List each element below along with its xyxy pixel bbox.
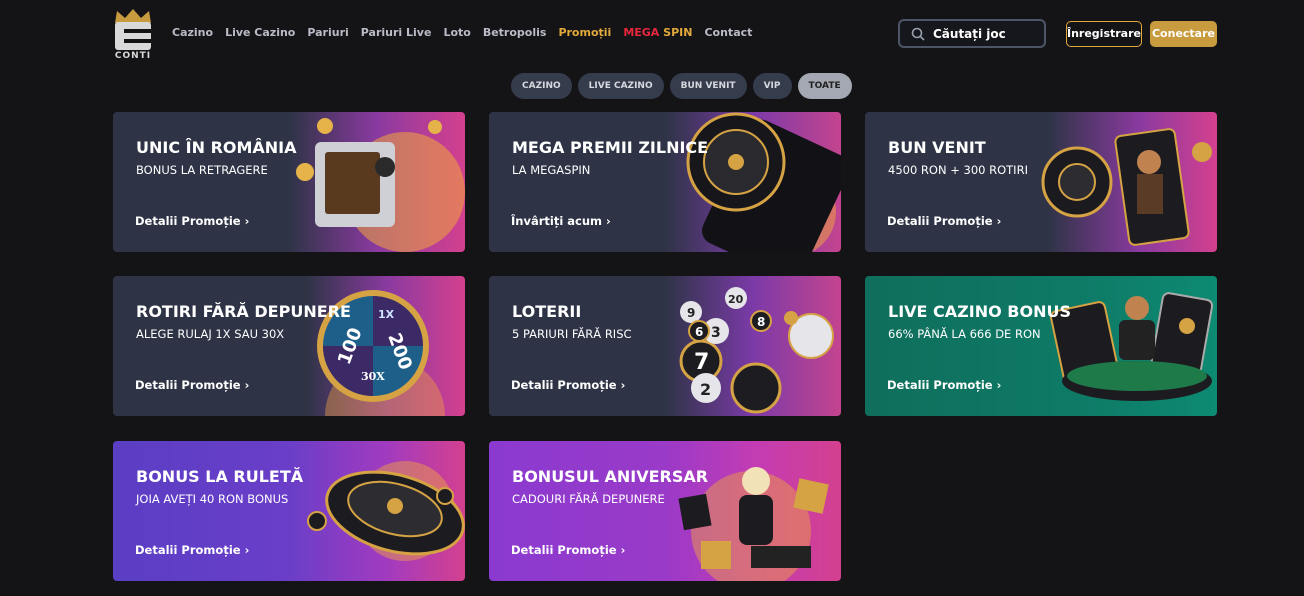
ball-label-3: 3: [711, 325, 721, 341]
chevron-right-icon: ›: [620, 543, 626, 557]
spin-wheel-icon: [686, 112, 841, 252]
card-cta-label: Detalii Promoție: [887, 214, 993, 228]
chevron-right-icon: ›: [244, 378, 250, 392]
card-subtitle: ALEGE RULAJ 1X SAU 30X: [136, 327, 285, 341]
login-button[interactable]: Conectare: [1150, 21, 1217, 47]
card-title: BUN VENIT: [888, 138, 986, 157]
megaspin-mega-text: MEGA: [623, 26, 660, 39]
ball-label-8: 8: [757, 315, 765, 329]
wheel-label-30x: 30X: [361, 370, 385, 383]
card-cta-link[interactable]: Detalii Promoție ›: [887, 214, 1001, 228]
chevron-right-icon: ›: [606, 214, 611, 228]
nav-pariuri[interactable]: Pariuri: [307, 26, 348, 39]
nav-pariuri-live[interactable]: Pariuri Live: [361, 26, 432, 39]
conti-logo[interactable]: CONTI: [113, 9, 153, 61]
promo-card-aniversar[interactable]: BONUSUL ANIVERSAR CADOURI FĂRĂ DEPUNERE …: [489, 441, 841, 581]
promo-card-ruleta[interactable]: BONUS LA RULETĂ JOIA AVEȚI 40 RON BONUS …: [113, 441, 465, 581]
nav-betropolis[interactable]: Betropolis: [483, 26, 547, 39]
promo-card-live-cazino[interactable]: LIVE CAZINO BONUS 66% PÂNĂ LA 666 DE RON…: [865, 276, 1217, 416]
joker-card-icon: [1041, 128, 1212, 246]
logo-mark: [115, 22, 151, 50]
card-title: LOTERII: [512, 302, 582, 321]
card-cta-label: Detalii Promoție: [135, 543, 241, 557]
filter-vip[interactable]: VIP: [752, 73, 792, 99]
card-title: MEGA PREMII ZILNICE: [512, 138, 709, 157]
chevron-right-icon: ›: [244, 214, 250, 228]
promo-card-bun-venit[interactable]: BUN VENIT 4500 RON + 300 ROTIRI Detalii …: [865, 112, 1217, 252]
main-nav: Cazino Live Cazino Pariuri Pariuri Live …: [172, 26, 764, 39]
card-title: BONUS LA RULETĂ: [136, 467, 304, 486]
nav-contact[interactable]: Contact: [704, 26, 752, 39]
card-cta-label: Învârtiți acum: [511, 214, 603, 228]
chevron-right-icon: ›: [996, 214, 1002, 228]
filter-bun-venit[interactable]: BUN VENIT: [669, 73, 747, 99]
card-title: BONUSUL ANIVERSAR: [512, 467, 709, 486]
card-title: UNIC ÎN ROMÂNIA: [136, 138, 297, 157]
ball-label-7: 7: [694, 350, 709, 375]
dealer-table-icon: [1050, 292, 1214, 401]
crown-icon: [115, 9, 151, 23]
wheel-icon: 1X 100 200 30X: [317, 290, 445, 416]
card-cta-link[interactable]: Învârtiți acum ›: [511, 214, 611, 228]
megaspin-spin-text: SPIN: [663, 26, 693, 39]
chevron-right-icon: ›: [620, 378, 626, 392]
card-cta-label: Detalii Promoție: [887, 378, 993, 392]
promo-card-loterii[interactable]: 7 3 20 9 6 2 8 LOTERII 5 PARIURI FĂRĂ RI…: [489, 276, 841, 416]
nav-cazino[interactable]: Cazino: [172, 26, 213, 39]
lottery-balls-icon: 7 3 20 9 6 2 8: [679, 287, 834, 414]
card-subtitle: CADOURI FĂRĂ DEPUNERE: [512, 492, 665, 506]
search-icon: [911, 27, 925, 41]
card-title: ROTIRI FĂRĂ DEPUNERE: [136, 302, 351, 321]
card-subtitle: 4500 RON + 300 ROTIRI: [888, 163, 1028, 177]
search-placeholder: Căutați joc: [933, 27, 1006, 41]
card-cta-link[interactable]: Detalii Promoție ›: [135, 378, 249, 392]
promo-card-mega-premii[interactable]: MEGA PREMII ZILNICE LA MEGASPIN Învârtiț…: [489, 112, 841, 252]
card-cta-label: Detalii Promoție: [135, 378, 241, 392]
card-cta-label: Detalii Promoție: [135, 214, 241, 228]
card-cta-link[interactable]: Detalii Promoție ›: [135, 543, 249, 557]
register-button[interactable]: Înregistrare: [1066, 21, 1142, 47]
nav-live-cazino[interactable]: Live Cazino: [225, 26, 295, 39]
ball-label-20: 20: [728, 293, 744, 306]
card-subtitle: JOIA AVEȚI 40 RON BONUS: [136, 492, 289, 506]
promo-card-rotiri[interactable]: 1X 100 200 30X ROTIRI FĂRĂ DEPUNERE ALEG…: [113, 276, 465, 416]
promo-card-unic[interactable]: UNIC ÎN ROMÂNIA BONUS LA RETRAGERE Detal…: [113, 112, 465, 252]
wheel-label-1x: 1X: [378, 308, 395, 321]
filter-toate[interactable]: TOATE: [797, 73, 852, 99]
ball-label-2: 2: [700, 380, 711, 399]
nav-promotii[interactable]: Promoții: [558, 26, 611, 39]
card-cta-link[interactable]: Detalii Promoție ›: [511, 543, 625, 557]
chevron-right-icon: ›: [996, 378, 1002, 392]
filter-live-cazino[interactable]: LIVE CAZINO: [577, 73, 664, 99]
top-bar: CONTI Cazino Live Cazino Pariuri Pariuri…: [0, 0, 1304, 68]
card-subtitle: LA MEGASPIN: [512, 163, 591, 177]
gift-icon: [678, 467, 829, 581]
promo-filters: CAZINO LIVE CAZINO BUN VENIT VIP TOATE: [511, 73, 852, 99]
nav-megaspin[interactable]: MEGA SPIN: [623, 26, 692, 39]
logo-wordmark: CONTI: [114, 51, 152, 61]
nav-loto[interactable]: Loto: [443, 26, 470, 39]
card-cta-link[interactable]: Detalii Promoție ›: [887, 378, 1001, 392]
ball-label-6: 6: [695, 325, 703, 339]
filter-cazino[interactable]: CAZINO: [511, 73, 572, 99]
safe-icon: [296, 118, 465, 252]
card-cta-label: Detalii Promoție: [511, 543, 617, 557]
search-input[interactable]: Căutați joc: [898, 19, 1046, 48]
card-title: LIVE CAZINO BONUS: [888, 302, 1071, 321]
card-subtitle: 66% PÂNĂ LA 666 DE RON: [888, 327, 1041, 341]
card-subtitle: 5 PARIURI FĂRĂ RISC: [512, 327, 632, 341]
roulette-icon: [307, 461, 465, 561]
ball-label-9: 9: [687, 306, 695, 320]
card-cta-label: Detalii Promoție: [511, 378, 617, 392]
card-cta-link[interactable]: Detalii Promoție ›: [135, 214, 249, 228]
chevron-right-icon: ›: [244, 543, 250, 557]
card-cta-link[interactable]: Detalii Promoție ›: [511, 378, 625, 392]
card-subtitle: BONUS LA RETRAGERE: [136, 163, 268, 177]
